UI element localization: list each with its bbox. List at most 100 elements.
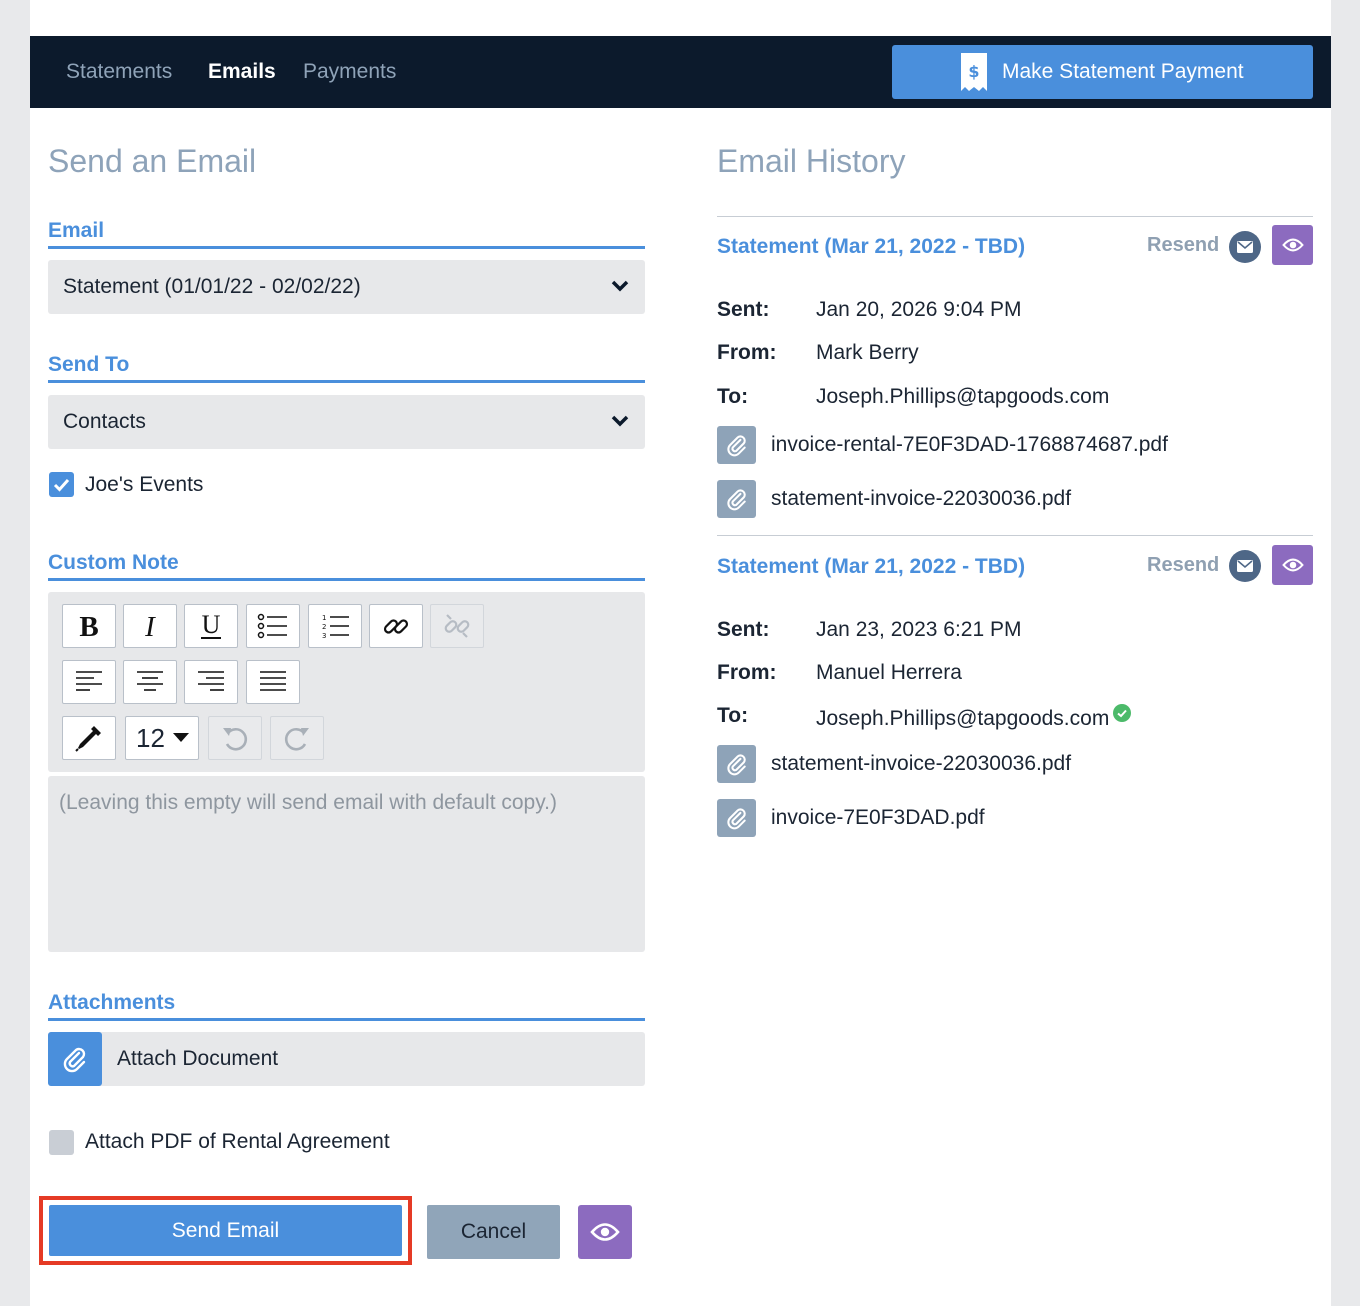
attach-document-button[interactable]: Attach Document <box>48 1032 645 1086</box>
align-right-icon <box>198 671 224 691</box>
unlink-button[interactable] <box>430 604 484 648</box>
checkmark-icon <box>53 478 70 492</box>
attach-document-label: Attach Document <box>117 1047 279 1070</box>
svg-text:$: $ <box>968 62 979 81</box>
sent-key: Sent: <box>717 298 770 321</box>
envelope-icon[interactable] <box>1229 550 1261 582</box>
email-template-value: Statement (01/01/22 - 02/02/22) <box>63 275 361 298</box>
paperclip-icon <box>717 480 756 518</box>
custom-note-section-label: Custom Note <box>48 551 645 581</box>
unlink-icon <box>444 614 470 638</box>
paperclip-icon <box>717 745 756 783</box>
resend-link[interactable]: Resend <box>1147 233 1219 257</box>
verified-check-icon <box>1113 704 1132 722</box>
send-to-select[interactable]: Contacts <box>48 395 645 449</box>
send-to-value: Contacts <box>63 410 146 433</box>
send-email-heading: Send an Email <box>48 143 257 179</box>
attachment-link[interactable]: statement-invoice-22030036.pdf <box>771 752 1071 776</box>
paperclip-icon <box>717 426 756 464</box>
sent-value: Jan 20, 2026 9:04 PM <box>816 298 1022 321</box>
custom-note-editor[interactable]: (Leaving this empty will send email with… <box>48 776 645 952</box>
history-divider <box>717 535 1313 536</box>
justify-button[interactable] <box>246 660 300 704</box>
make-statement-payment-label: Make Statement Payment <box>1002 60 1244 83</box>
align-left-button[interactable] <box>62 660 116 704</box>
attachment-link[interactable]: statement-invoice-22030036.pdf <box>771 487 1071 511</box>
attachment-link[interactable]: invoice-7E0F3DAD.pdf <box>771 806 985 830</box>
tab-payments[interactable]: Payments <box>303 60 396 84</box>
align-center-icon <box>137 671 163 691</box>
chevron-down-icon <box>611 415 629 427</box>
svg-text:U: U <box>202 611 221 639</box>
eye-icon <box>1281 558 1304 572</box>
top-nav: Statements Emails Payments $ Make Statem… <box>30 36 1331 108</box>
email-section-label: Email <box>48 219 645 249</box>
bullet-list-button[interactable] <box>246 604 300 648</box>
redo-button[interactable] <box>270 716 324 760</box>
attach-pdf-label: Attach PDF of Rental Agreement <box>85 1130 390 1153</box>
make-statement-payment-button[interactable]: $ Make Statement Payment <box>892 45 1313 99</box>
send-email-button[interactable]: Send Email <box>49 1205 402 1256</box>
to-value: Joseph.Phillips@tapgoods.com <box>816 707 1110 730</box>
email-template-select[interactable]: Statement (01/01/22 - 02/02/22) <box>48 260 645 314</box>
numbered-list-icon: 123 <box>322 614 349 640</box>
svg-text:I: I <box>144 611 156 641</box>
contact-label: Joe's Events <box>85 473 204 496</box>
from-value: Manuel Herrera <box>816 661 962 684</box>
attachments-section-label: Attachments <box>48 991 645 1021</box>
sent-key: Sent: <box>717 618 770 641</box>
to-key: To: <box>717 385 749 408</box>
caret-down-icon <box>172 733 189 742</box>
from-value: Mark Berry <box>816 341 919 364</box>
contact-checkbox[interactable] <box>49 472 74 497</box>
from-key: From: <box>717 661 777 684</box>
custom-note-placeholder: (Leaving this empty will send email with… <box>59 791 558 814</box>
preview-email-button[interactable] <box>578 1205 632 1259</box>
paperclip-icon <box>717 799 756 837</box>
sent-value: Jan 23, 2023 6:21 PM <box>816 618 1022 641</box>
attach-pdf-checkbox[interactable] <box>49 1130 74 1155</box>
text-color-button[interactable] <box>62 716 116 760</box>
eye-icon <box>1281 238 1304 252</box>
cancel-button[interactable]: Cancel <box>427 1205 560 1259</box>
align-right-button[interactable] <box>184 660 238 704</box>
italic-icon: I <box>144 611 156 641</box>
to-key: To: <box>717 704 749 727</box>
underline-button[interactable]: U <box>184 604 238 648</box>
email-history-heading: Email History <box>717 143 906 179</box>
svg-text:3: 3 <box>322 632 326 640</box>
chevron-down-icon <box>611 280 629 292</box>
history-entry-title[interactable]: Statement (Mar 21, 2022 - TBD) <box>717 235 1025 259</box>
underline-icon: U <box>201 611 221 639</box>
from-key: From: <box>717 341 777 364</box>
to-value-row: Joseph.Phillips@tapgoods.com <box>816 704 1132 731</box>
numbered-list-button[interactable]: 123 <box>308 604 362 648</box>
to-value: Joseph.Phillips@tapgoods.com <box>816 385 1110 408</box>
font-size-select[interactable]: 12 <box>125 716 199 760</box>
bullet-list-icon <box>257 613 287 639</box>
link-icon <box>383 619 409 634</box>
envelope-icon[interactable] <box>1229 231 1261 263</box>
undo-button[interactable] <box>208 716 262 760</box>
attachment-link[interactable]: invoice-rental-7E0F3DAD-1768874687.pdf <box>771 433 1168 457</box>
eyedropper-icon <box>75 726 101 752</box>
send-to-section-label: Send To <box>48 353 645 383</box>
eye-icon <box>590 1223 620 1241</box>
editor-toolbar: B I U 123 12 <box>48 592 645 772</box>
justify-icon <box>260 671 286 691</box>
align-center-button[interactable] <box>123 660 177 704</box>
receipt-dollar-icon: $ <box>961 53 987 91</box>
svg-text:1: 1 <box>322 614 326 622</box>
preview-history-button[interactable] <box>1272 225 1313 265</box>
resend-link[interactable]: Resend <box>1147 553 1219 577</box>
link-button[interactable] <box>369 604 423 648</box>
tab-statements[interactable]: Statements <box>66 60 172 84</box>
bold-button[interactable]: B <box>62 604 116 648</box>
italic-button[interactable]: I <box>123 604 177 648</box>
preview-history-button[interactable] <box>1272 545 1313 585</box>
history-entry-title[interactable]: Statement (Mar 21, 2022 - TBD) <box>717 555 1025 579</box>
tab-emails[interactable]: Emails <box>208 60 276 84</box>
paperclip-icon <box>48 1032 102 1086</box>
undo-icon <box>223 728 248 751</box>
svg-text:B: B <box>79 611 98 641</box>
